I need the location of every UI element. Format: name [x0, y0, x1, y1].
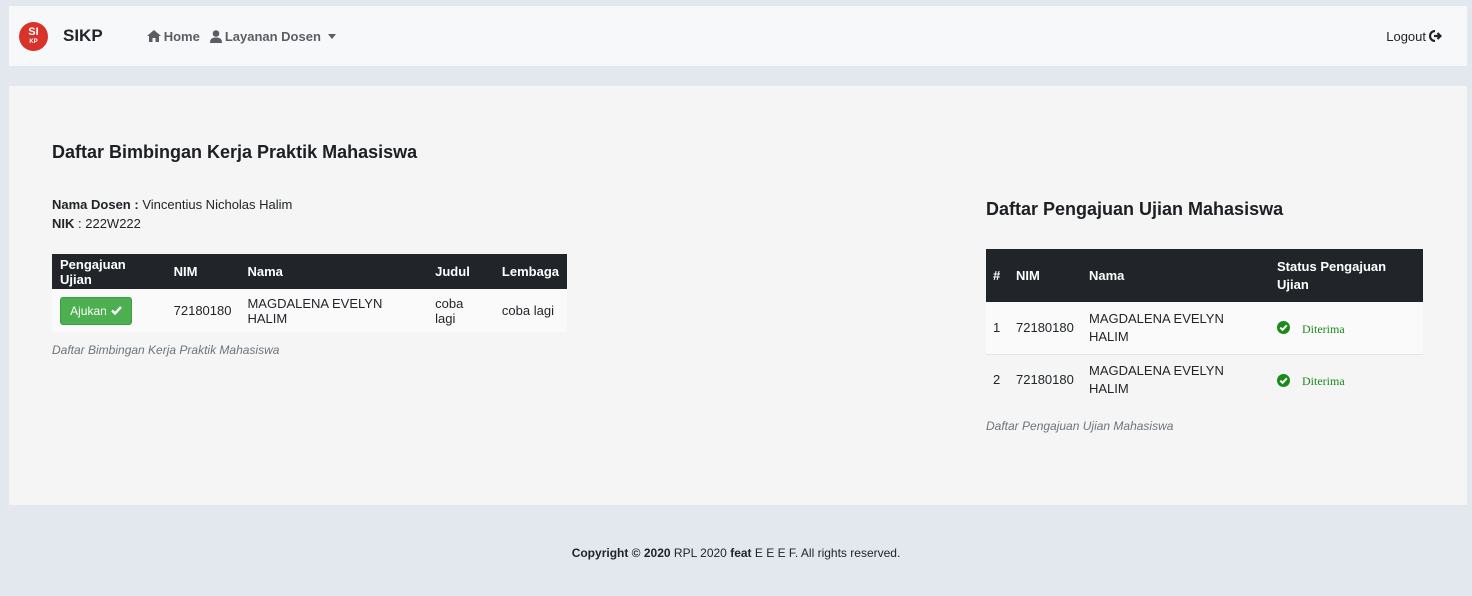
- status-badge: Diterima: [1277, 318, 1416, 338]
- table-row: 2 72180180 MAGDALENA EVELYN HALIM Diteri…: [986, 353, 1423, 406]
- bimbingan-table: Pengajuan Ujian NIM Nama Judul Lembaga A…: [52, 254, 567, 332]
- home-icon: [146, 30, 161, 42]
- status-text: Diterima: [1302, 321, 1345, 336]
- table-header-row: # NIM Nama Status Pengajuan Ujian: [986, 249, 1423, 302]
- bimbingan-title: Daftar Bimbingan Kerja Praktik Mahasiswa: [52, 142, 418, 162]
- cell-nim: 72180180: [1009, 353, 1082, 406]
- nav-layanan-dosen-label: Layanan Dosen: [224, 28, 321, 44]
- cell-pengajuan: Ajukan: [52, 289, 166, 332]
- check-circle-icon: [1277, 321, 1290, 335]
- col-status: Status Pengajuan Ujian: [1270, 249, 1423, 302]
- nav-home[interactable]: Home: [146, 28, 200, 44]
- navbar: SI KP SIKP Home Layanan Dosen Logout: [9, 6, 1467, 66]
- cell-status: Diterima: [1270, 353, 1423, 406]
- footer-copyright-label: Copyright ©: [571, 546, 641, 560]
- cell-nim: 72180180: [165, 289, 240, 332]
- logout-label: Logout: [1386, 28, 1426, 44]
- col-judul: Judul: [427, 254, 494, 289]
- cell-nim: 72180180: [1009, 302, 1082, 354]
- dosen-name-value: Vincentius Nicholas Halim: [142, 197, 293, 212]
- logo-text-top: SI: [28, 26, 39, 38]
- logout-icon: [1429, 30, 1442, 42]
- main-content: Daftar Bimbingan Kerja Praktik Mahasiswa…: [9, 86, 1467, 505]
- cell-number: 1: [986, 302, 1009, 354]
- table-header-row: Pengajuan Ujian NIM Nama Judul Lembaga: [52, 254, 567, 289]
- logout-button[interactable]: Logout: [1386, 6, 1442, 66]
- main-nav: Home Layanan Dosen: [146, 28, 346, 44]
- dosen-info: Nama Dosen : Vincentius Nicholas Halim N…: [52, 195, 572, 233]
- logo-text-bottom: KP: [29, 39, 38, 45]
- pengajuan-section: Daftar Pengajuan Ujian Mahasiswa # NIM N…: [986, 199, 1426, 433]
- dosen-name-label: Nama Dosen :: [52, 197, 139, 212]
- brand-name: SIKP: [63, 26, 103, 45]
- footer: Copyright © 2020 RPL 2020 feat E E E F. …: [0, 546, 1472, 560]
- footer-team: E E E F.: [754, 546, 799, 560]
- nik-row: NIK : 222W222: [52, 214, 572, 233]
- bimbingan-section: Daftar Bimbingan Kerja Praktik Mahasiswa…: [52, 142, 572, 357]
- sikp-logo: SI KP: [19, 21, 48, 51]
- ajukan-button[interactable]: Ajukan: [60, 296, 132, 325]
- status-badge: Diterima: [1277, 370, 1416, 390]
- chevron-down-icon: [327, 33, 336, 39]
- pengajuan-table-caption: Daftar Pengajuan Ujian Mahasiswa: [986, 419, 1174, 433]
- col-nama: Nama: [239, 254, 428, 289]
- cell-nama: MAGDALENA EVELYN HALIM: [239, 289, 428, 332]
- nik-label: NIK: [52, 216, 75, 231]
- nik-value: : 222W222: [78, 216, 141, 231]
- footer-rights: All rights reserved.: [800, 546, 901, 560]
- status-text: Diterima: [1302, 374, 1345, 389]
- cell-number: 2: [986, 353, 1009, 406]
- cell-nama: MAGDALENA EVELYN HALIM: [1082, 302, 1270, 354]
- col-number: #: [986, 249, 1009, 302]
- footer-feat: feat: [730, 546, 752, 560]
- bimbingan-table-caption: Daftar Bimbingan Kerja Praktik Mahasiswa: [52, 343, 280, 357]
- cell-judul: coba lagi: [427, 289, 494, 332]
- pengajuan-title: Daftar Pengajuan Ujian Mahasiswa: [986, 199, 1284, 219]
- pengajuan-table: # NIM Nama Status Pengajuan Ujian 1 7218…: [986, 249, 1423, 406]
- ajukan-label: Ajukan: [70, 303, 107, 318]
- col-nim: NIM: [165, 254, 240, 289]
- col-nim: NIM: [1009, 249, 1082, 302]
- col-pengajuan-ujian: Pengajuan Ujian: [52, 254, 166, 289]
- table-row: Ajukan 72180180 MAGDALENA EVELYN HALIM c…: [52, 289, 567, 332]
- check-icon: [110, 306, 122, 315]
- footer-project: RPL 2020: [673, 546, 727, 560]
- col-lembaga: Lembaga: [493, 254, 567, 289]
- footer-year: 2020: [643, 546, 671, 560]
- cell-lembaga: coba lagi: [493, 289, 567, 332]
- nav-home-label: Home: [163, 28, 200, 44]
- brand-link[interactable]: SI KP SIKP: [19, 21, 103, 51]
- table-row: 1 72180180 MAGDALENA EVELYN HALIM Diteri…: [986, 302, 1423, 354]
- user-icon: [209, 29, 222, 43]
- cell-status: Diterima: [1270, 302, 1423, 354]
- nav-layanan-dosen-dropdown[interactable]: Layanan Dosen: [209, 28, 336, 44]
- cell-nama: MAGDALENA EVELYN HALIM: [1082, 353, 1270, 406]
- col-nama: Nama: [1082, 249, 1270, 302]
- check-circle-icon: [1277, 373, 1290, 387]
- dosen-name-row: Nama Dosen : Vincentius Nicholas Halim: [52, 195, 572, 214]
